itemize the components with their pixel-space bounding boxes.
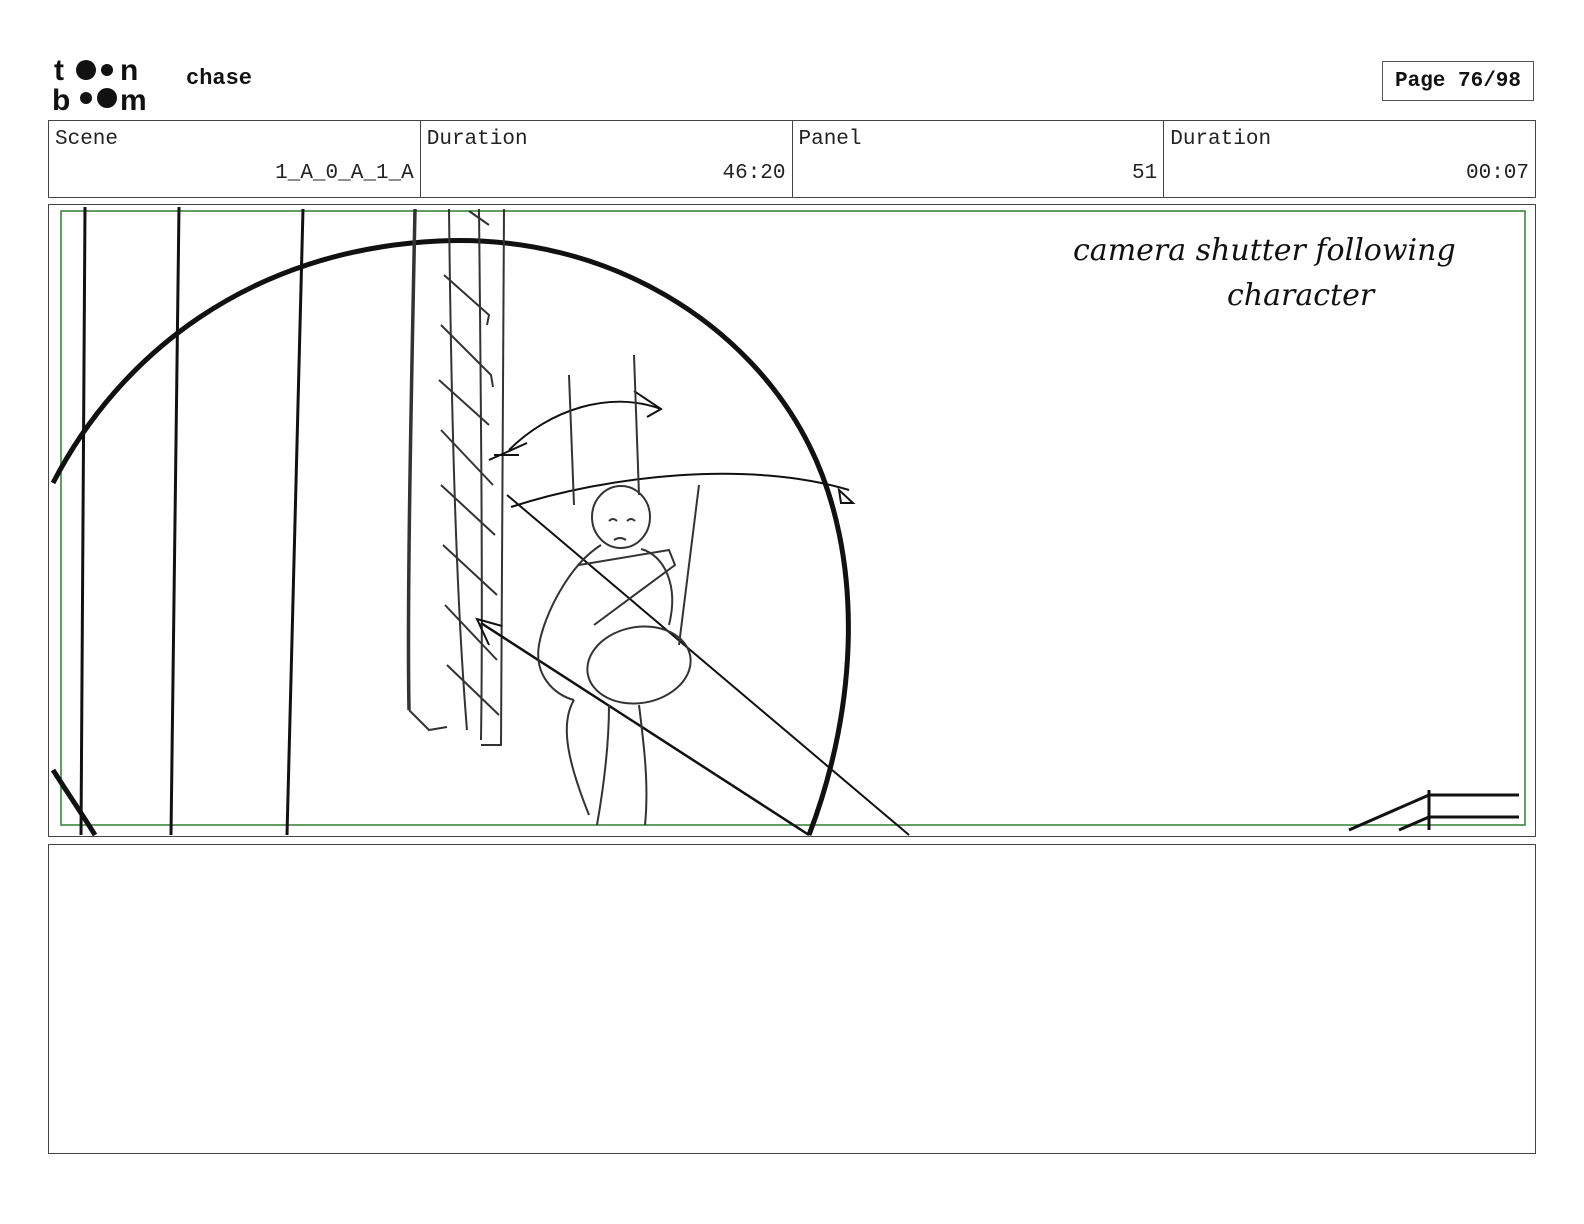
project-title: chase <box>186 66 253 91</box>
annotation-line-1: camera shutter following <box>1073 233 1456 268</box>
svg-text:t: t <box>54 54 64 87</box>
annotation-line-2: character <box>1227 278 1376 313</box>
motion-arrows <box>475 390 910 836</box>
scene-duration-cell: Duration 46:20 <box>421 121 793 197</box>
scene-duration-value: 46:20 <box>722 162 786 185</box>
scene-duration-label: Duration <box>426 128 528 151</box>
svg-text:n: n <box>120 54 138 87</box>
ladder-sketch <box>406 208 505 746</box>
panel-label: Panel <box>798 128 862 151</box>
svg-text:m: m <box>120 84 147 112</box>
svg-text:b: b <box>52 84 70 112</box>
panel-value: 51 <box>1132 162 1158 185</box>
toonboom-logo: t n b m <box>52 54 147 112</box>
scene-info-row: Scene 1_A_0_A_1_A Duration 46:20 Panel 5… <box>48 120 1536 198</box>
panel-cell: Panel 51 <box>793 121 1165 197</box>
platform-sketch <box>1348 790 1519 832</box>
panel-duration-cell: Duration 00:07 <box>1164 121 1535 197</box>
bars-sketch <box>79 206 305 836</box>
panel-duration-value: 00:07 <box>1465 162 1529 185</box>
panel-notes-box[interactable] <box>48 844 1536 1154</box>
page-indicator: Page 76/98 <box>1382 61 1534 101</box>
scene-cell: Scene 1_A_0_A_1_A <box>49 121 421 197</box>
panel-sketch: camera shutter following character <box>50 206 1526 836</box>
storyboard-panel: camera shutter following character <box>48 204 1536 837</box>
scene-value: 1_A_0_A_1_A <box>275 162 414 185</box>
panel-duration-label: Duration <box>1170 128 1272 151</box>
scene-label: Scene <box>55 128 119 151</box>
